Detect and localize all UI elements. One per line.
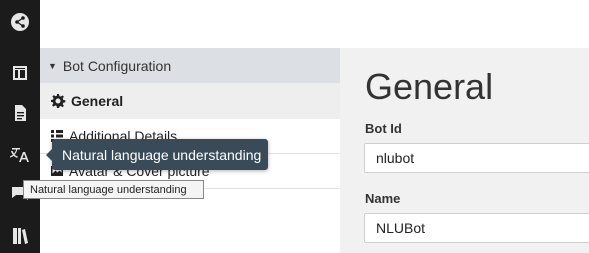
translate-icon[interactable] xyxy=(8,142,32,166)
share-icon[interactable] xyxy=(8,10,32,34)
native-tooltip-nlu: Natural language understanding xyxy=(23,180,204,199)
bot-id-field[interactable] xyxy=(364,143,589,173)
gear-icon xyxy=(51,94,66,108)
book-icon[interactable] xyxy=(8,224,32,248)
sidebar-item-general[interactable]: General xyxy=(40,83,340,119)
native-tooltip-text: Natural language understanding xyxy=(30,183,187,196)
name-field[interactable] xyxy=(364,213,589,243)
main-panel: General Bot Id Name xyxy=(340,48,589,253)
tooltip-nlu: Natural language understanding xyxy=(46,139,268,170)
tooltip-arrow xyxy=(46,149,52,161)
caret-down-icon: ▼ xyxy=(48,60,57,71)
document-icon[interactable] xyxy=(8,101,32,125)
name-label: Name xyxy=(365,191,401,206)
left-icon-rail xyxy=(0,0,40,253)
page-title: General xyxy=(365,66,494,107)
section-title: Bot Configuration xyxy=(62,57,172,74)
sidebar-item-label: General xyxy=(71,93,124,109)
layout-icon[interactable] xyxy=(8,61,32,85)
bot-id-label: Bot Id xyxy=(365,121,402,136)
top-bar xyxy=(40,0,589,48)
section-header-bot-configuration[interactable]: ▼ Bot Configuration xyxy=(40,48,340,83)
tooltip-text: Natural language understanding xyxy=(62,146,262,163)
